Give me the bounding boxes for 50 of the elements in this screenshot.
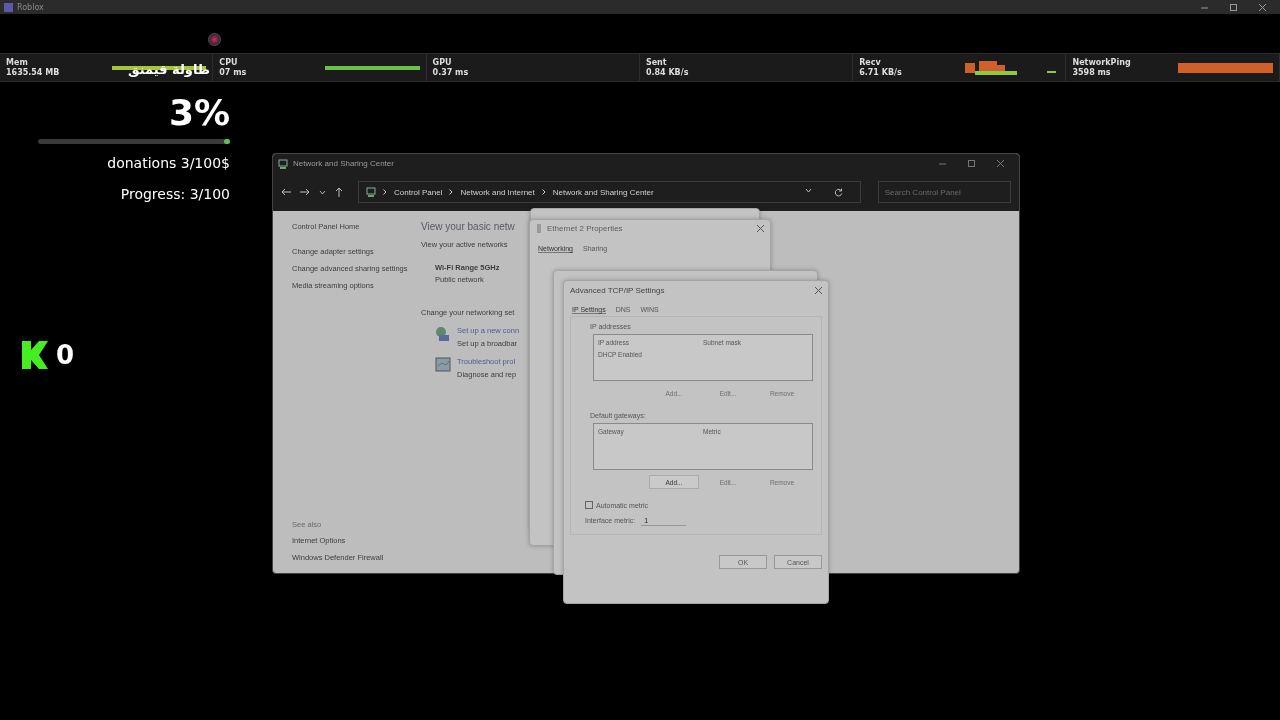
page-heading: View your basic netw bbox=[421, 221, 516, 232]
stat-label: CPU bbox=[219, 57, 239, 68]
address-bar[interactable]: Control Panel Network and Internet Network and Sharing Center bbox=[358, 181, 861, 203]
breadcrumb[interactable]: Network and Sharing Center bbox=[552, 187, 654, 197]
stat-value: 0.84 KB/s bbox=[645, 67, 690, 78]
stat-value: 3598 ms bbox=[1072, 67, 1112, 78]
breadcrumb[interactable]: Control Panel bbox=[394, 187, 443, 197]
dropdown-icon[interactable] bbox=[319, 189, 326, 195]
app-title: Roblox bbox=[17, 2, 44, 12]
stat-value: 07 ms bbox=[219, 67, 248, 78]
chevron-icon bbox=[383, 189, 387, 195]
stat-value: 0.37 ms bbox=[432, 67, 470, 78]
stat-label: GPU bbox=[432, 57, 453, 68]
window-title: Network and Sharing Center bbox=[293, 159, 394, 168]
close-icon[interactable] bbox=[757, 225, 764, 232]
adapter-icon bbox=[536, 224, 542, 233]
forward-icon[interactable] bbox=[300, 188, 310, 196]
donations-text: donations 3/100$ bbox=[107, 154, 230, 172]
stat-value: 1635.54 MB bbox=[6, 67, 61, 78]
dialog-title: Advanced TCP/IP Settings bbox=[570, 286, 665, 295]
checkbox[interactable] bbox=[585, 501, 593, 509]
stat-label: Recv bbox=[859, 57, 882, 68]
coin-count: 0 bbox=[56, 340, 75, 370]
chevron-icon bbox=[541, 189, 546, 195]
close-icon[interactable] bbox=[997, 160, 1004, 167]
progress-percent: 3% bbox=[168, 93, 230, 133]
up-icon[interactable] bbox=[335, 187, 343, 197]
coin-icon bbox=[22, 341, 48, 369]
stat-label: Mem bbox=[6, 57, 29, 68]
network-icon bbox=[278, 158, 288, 169]
app-icon bbox=[4, 2, 13, 12]
chevron-icon bbox=[449, 189, 454, 195]
dropdown-icon[interactable] bbox=[804, 187, 812, 193]
close-icon[interactable] bbox=[1259, 3, 1266, 11]
close-icon[interactable] bbox=[815, 287, 822, 294]
search-field[interactable]: Search Control Panel bbox=[877, 181, 1011, 203]
maximize-icon[interactable] bbox=[968, 160, 975, 167]
restore-icon[interactable] bbox=[1230, 3, 1237, 11]
stat-value: 6.71 KB/s bbox=[859, 67, 903, 78]
progress-text: Progress: 3/100 bbox=[120, 185, 230, 203]
network-setup-icon bbox=[435, 326, 451, 342]
game-logo bbox=[208, 33, 221, 46]
stat-label: Sent bbox=[645, 57, 668, 68]
refresh-icon[interactable] bbox=[833, 187, 843, 197]
back-icon[interactable] bbox=[281, 188, 291, 196]
troubleshoot-icon bbox=[435, 357, 451, 373]
network-icon bbox=[366, 187, 376, 197]
dialog-title: Ethernet 2 Properties bbox=[547, 224, 623, 233]
breadcrumb[interactable]: Network and Internet bbox=[460, 187, 535, 197]
stat-label: NetworkPing bbox=[1072, 57, 1132, 68]
